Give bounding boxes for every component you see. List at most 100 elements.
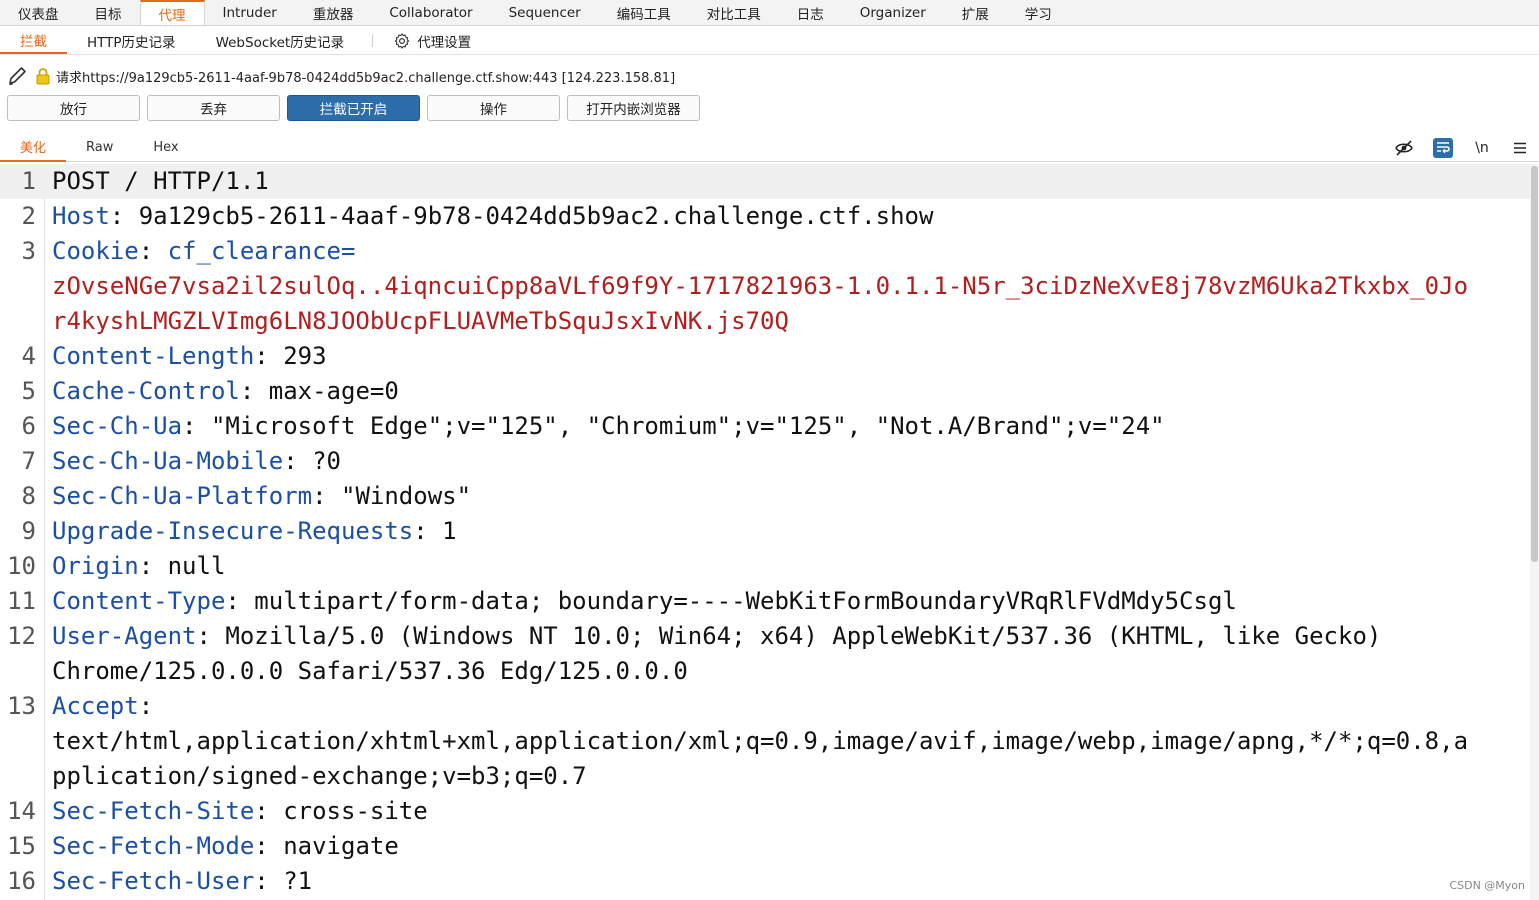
header-separator: :	[254, 342, 284, 370]
newline-toggle-icon[interactable]: \n	[1473, 139, 1491, 157]
line-text: Sec-Fetch-User: ?1	[52, 864, 312, 899]
request-editor[interactable]: 1 POST / HTTP/1.1 2 Host: 9a129cb5-2611-4aa…	[0, 164, 1530, 900]
word-wrap-icon[interactable]	[1433, 137, 1453, 158]
subtab-websocket-history[interactable]: WebSocket历史记录	[196, 27, 365, 54]
header-name: Cookie	[52, 237, 139, 265]
header-value: navigate	[283, 832, 399, 860]
tab-repeater[interactable]: 重放器	[295, 0, 372, 25]
header-value: max-age=0	[268, 377, 399, 405]
lock-icon	[36, 68, 50, 85]
proxy-settings-button[interactable]: 代理设置	[381, 27, 483, 54]
header-name: Sec-Fetch-Site	[52, 797, 255, 825]
header-name: Sec-Fetch-Mode	[52, 832, 255, 860]
line-text: Origin: null	[52, 549, 225, 584]
line-number: 12	[7, 622, 36, 650]
header-separator: :	[239, 377, 269, 405]
line-number: 9	[21, 517, 36, 545]
code-line: Chrome/125.0.0.0 Safari/537.36 Edg/125.0…	[0, 654, 1530, 689]
line-text: Sec-Fetch-Mode: navigate	[52, 829, 399, 864]
tab-learn[interactable]: 学习	[1007, 0, 1070, 25]
line-number: 2	[21, 202, 36, 230]
tab-pretty[interactable]: 美化	[0, 133, 67, 162]
header-separator: :	[254, 832, 284, 860]
tab-decoder[interactable]: 编码工具	[599, 0, 689, 25]
header-value: 9a129cb5-2611-4aaf-9b78-0424dd5b9ac2.cha…	[138, 202, 934, 230]
tab-organizer[interactable]: Organizer	[842, 0, 944, 25]
intercept-toggle-button[interactable]: 拦截已开启	[287, 95, 420, 121]
line-number: 14	[7, 797, 36, 825]
line-number: 5	[21, 377, 36, 405]
line-number: 7	[21, 447, 36, 475]
drop-button[interactable]: 丢弃	[147, 95, 280, 121]
header-name: Upgrade-Insecure-Requests	[52, 517, 414, 545]
tab-collaborator[interactable]: Collaborator	[371, 0, 490, 25]
code-line: 12 User-Agent: Mozilla/5.0 (Windows NT 10…	[0, 619, 1530, 654]
header-value: text/html,application/xhtml+xml,applicat…	[52, 727, 1469, 755]
header-value: "Windows"	[341, 482, 472, 510]
line-text: Chrome/125.0.0.0 Safari/537.36 Edg/125.0…	[52, 654, 688, 689]
subtab-intercept[interactable]: 拦截	[0, 27, 67, 54]
watermark: CSDN @Myon⁠	[1449, 879, 1525, 892]
header-name: Sec-Ch-Ua	[52, 412, 183, 440]
code-line: 9 Upgrade-Insecure-Requests: 1	[0, 514, 1530, 549]
open-browser-button[interactable]: 打开内嵌浏览器	[567, 95, 700, 121]
hide-eye-icon[interactable]	[1395, 139, 1413, 157]
code-line: r4kyshLMGZLVImg6LN8JOObUcpFLUAVMeTbSquJs…	[0, 304, 1530, 339]
header-value: multipart/form-data; boundary=----WebKit…	[254, 587, 1237, 615]
header-separator: :	[254, 797, 284, 825]
main-tab-bar: 仪表盘 目标 代理 Intruder 重放器 Collaborator Sequ…	[0, 0, 1539, 26]
vertical-scrollbar[interactable]	[1530, 164, 1539, 900]
header-separator: :	[254, 867, 284, 895]
menu-icon[interactable]	[1511, 139, 1529, 157]
tab-logger[interactable]: 日志	[779, 0, 842, 25]
editor-tab-bar: 美化 Raw Hex \n	[0, 133, 1539, 162]
header-separator: :	[283, 447, 313, 475]
header-name: Sec-Ch-Ua-Platform	[52, 482, 313, 510]
header-value: Chrome/125.0.0.0 Safari/537.36 Edg/125.0…	[52, 657, 688, 685]
header-name: Cache-Control	[52, 377, 240, 405]
code-line: 11 Content-Type: multipart/form-data; bou…	[0, 584, 1530, 619]
scrollbar-thumb[interactable]	[1531, 166, 1538, 562]
line-text: Cookie: cf_clearance=	[52, 234, 355, 269]
header-name: Content-Length	[52, 342, 255, 370]
tab-comparer[interactable]: 对比工具	[689, 0, 779, 25]
header-name: Sec-Ch-Ua-Mobile	[52, 447, 284, 475]
intercept-toolbar: 放行 丢弃 拦截已开启 操作 打开内嵌浏览器	[7, 95, 700, 121]
line-text: Accept:	[52, 689, 153, 724]
pencil-icon[interactable]	[6, 65, 30, 87]
code-line: 16 Sec-Fetch-User: ?1	[0, 864, 1530, 899]
proxy-settings-label: 代理设置	[417, 34, 472, 51]
tab-dashboard[interactable]: 仪表盘	[0, 0, 77, 25]
action-button[interactable]: 操作	[427, 95, 560, 121]
tab-sequencer[interactable]: Sequencer	[491, 0, 599, 25]
code-line: 1 POST / HTTP/1.1	[0, 164, 1530, 199]
header-value: 1	[442, 517, 457, 545]
line-number: 16	[7, 867, 36, 895]
header-value: ?0	[312, 447, 341, 475]
header-separator: :	[109, 202, 139, 230]
header-separator: :	[138, 237, 168, 265]
cookie-name: cf_clearance=	[167, 237, 356, 265]
line-text: Content-Length: 293	[52, 339, 327, 374]
code-line: 8 Sec-Ch-Ua-Platform: "Windows"	[0, 479, 1530, 514]
line-text: Sec-Ch-Ua-Mobile: ?0	[52, 444, 341, 479]
header-name: Content-Type	[52, 587, 226, 615]
tab-proxy[interactable]: 代理	[139, 0, 205, 25]
forward-button[interactable]: 放行	[7, 95, 140, 121]
tab-extensions[interactable]: 扩展	[944, 0, 1007, 25]
header-name: User-Agent	[52, 622, 197, 650]
header-value: 293	[283, 342, 327, 370]
code-line: 7 Sec-Ch-Ua-Mobile: ?0	[0, 444, 1530, 479]
header-separator: :	[138, 552, 168, 580]
tab-raw[interactable]: Raw	[66, 133, 133, 162]
tab-target[interactable]: 目标	[77, 0, 140, 25]
header-value: cross-site	[283, 797, 428, 825]
tab-intruder[interactable]: Intruder	[205, 0, 295, 25]
tab-hex[interactable]: Hex	[133, 133, 198, 162]
header-name: Host	[52, 202, 110, 230]
line-number: 10	[7, 552, 36, 580]
subtab-http-history[interactable]: HTTP历史记录	[67, 27, 196, 54]
proxy-sub-tab-bar: 拦截 HTTP历史记录 WebSocket历史记录 代理设置	[0, 27, 1539, 55]
code-line: pplication/signed-exchange;v=b3;q=0.7	[0, 759, 1530, 794]
line-number: 1	[21, 167, 36, 195]
